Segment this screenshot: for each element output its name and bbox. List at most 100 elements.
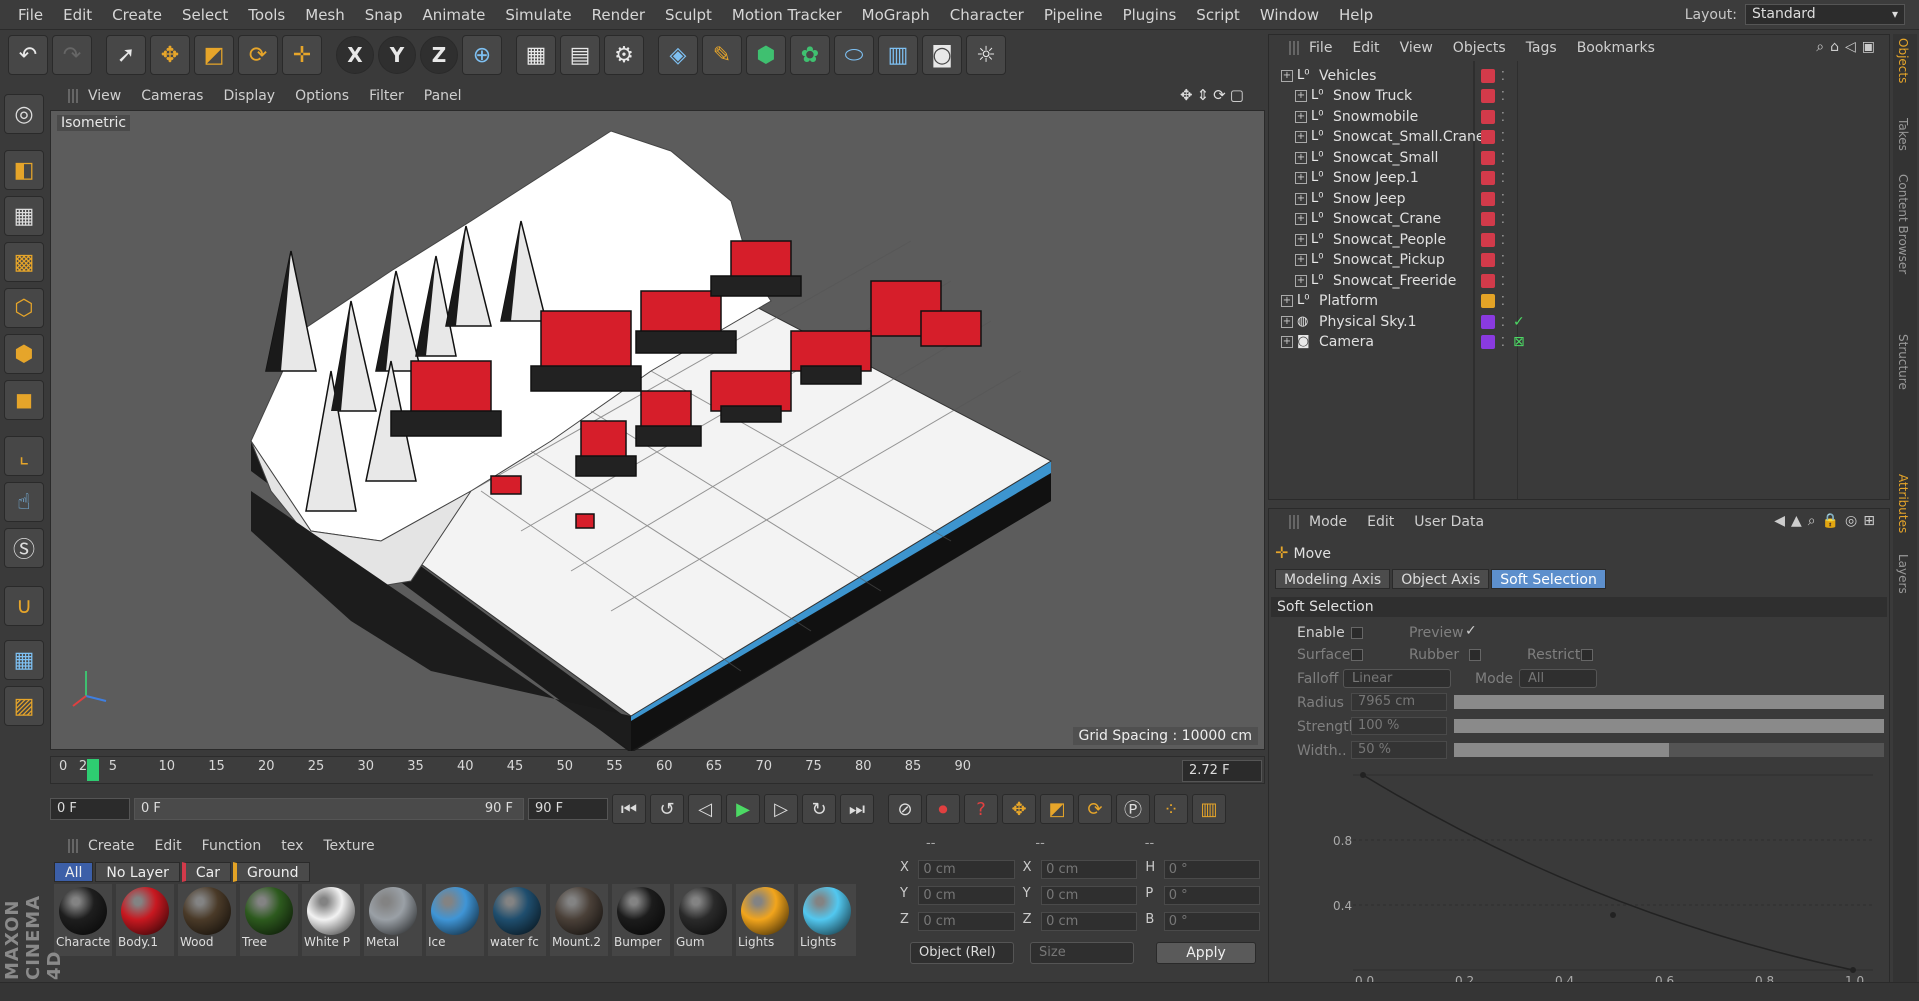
key-rotation-icon[interactable]: ⟳ — [1078, 794, 1112, 824]
radius-slider[interactable] — [1453, 694, 1885, 710]
viewport-menu-display[interactable]: Display — [213, 88, 285, 104]
visibility-dots-icon[interactable]: ⁚ — [1501, 233, 1505, 247]
panel-grip-icon[interactable] — [68, 89, 78, 103]
deformer-icon[interactable]: ⬭ — [834, 35, 874, 75]
coord-value-field[interactable]: 0 cm — [918, 886, 1015, 905]
current-frame-field[interactable]: 2.72 F — [1182, 760, 1262, 782]
side-tab-structure[interactable]: Structure — [1896, 334, 1910, 390]
attribute-nav-icons[interactable]: ◀▲⌕🔒◎⊞ — [1774, 513, 1881, 529]
layer-color-tag[interactable] — [1481, 232, 1495, 247]
visibility-dots-icon[interactable]: ⁚ — [1501, 89, 1505, 103]
material-menu-tex[interactable]: tex — [271, 838, 313, 854]
axis-mode-icon[interactable]: ⌞ — [4, 436, 44, 476]
object-name[interactable]: Physical Sky.1 — [1319, 314, 1417, 330]
object-menu-edit[interactable]: Edit — [1342, 40, 1389, 56]
expand-toggle-icon[interactable]: + — [1295, 192, 1307, 205]
scale-tool-icon[interactable]: ◩ — [194, 35, 234, 75]
viewport-menu-view[interactable]: View — [78, 88, 131, 104]
tab-soft-selection[interactable]: Soft Selection — [1491, 569, 1606, 589]
curve-point-mid[interactable] — [1610, 912, 1616, 918]
surface-checkbox[interactable] — [1351, 649, 1363, 661]
cube-primitive-icon[interactable]: ◈ — [658, 35, 698, 75]
visibility-dots-icon[interactable]: ⁚ — [1501, 253, 1505, 267]
material-menu-texture[interactable]: Texture — [313, 838, 384, 854]
pen-spline-icon[interactable]: ✎ — [702, 35, 742, 75]
key-position-icon[interactable]: ✥ — [1002, 794, 1036, 824]
menu-item-character[interactable]: Character — [940, 0, 1034, 30]
play-icon[interactable]: ▶ — [726, 794, 760, 824]
visibility-dots-icon[interactable]: ⁚ — [1501, 274, 1505, 288]
visibility-dots-icon[interactable]: ⁚ — [1501, 151, 1505, 165]
curve-point-start[interactable] — [1360, 772, 1366, 778]
rubber-checkbox[interactable] — [1469, 649, 1481, 661]
enabled-check-icon[interactable]: ✓ — [1513, 314, 1525, 330]
subdivision-icon[interactable]: ⬢ — [746, 35, 786, 75]
size-mode-dropdown[interactable]: Size — [1030, 942, 1134, 964]
menu-item-mesh[interactable]: Mesh — [295, 0, 355, 30]
key-parameter-icon[interactable]: Ⓟ — [1116, 794, 1150, 824]
layer-color-tag[interactable] — [1481, 253, 1495, 267]
apply-button[interactable]: Apply — [1156, 942, 1256, 964]
material-swatch[interactable]: Ice — [426, 884, 484, 956]
coord-value-field[interactable]: 0 ° — [1163, 860, 1260, 879]
object-name[interactable]: Snowcat_Small.Crane — [1333, 129, 1484, 145]
layer-color-tag[interactable] — [1481, 212, 1495, 226]
expand-toggle-icon[interactable]: + — [1281, 315, 1293, 328]
material-swatch[interactable]: Gum — [674, 884, 732, 956]
preview-range-slider[interactable]: 0 F 90 F — [134, 798, 524, 820]
viewport-menu-filter[interactable]: Filter — [359, 88, 414, 104]
visibility-dots-icon[interactable]: ⁚ — [1501, 315, 1505, 329]
timeline-ruler[interactable]: 0 2 5 10 15 20 25 30 35 40 45 50 55 60 65 70 75 80 85 90 — [50, 756, 1265, 784]
y-axis-lock-icon[interactable]: Y — [378, 36, 416, 74]
object-name[interactable]: Snow Truck — [1333, 88, 1412, 104]
layer-color-tag[interactable] — [1481, 150, 1495, 165]
side-tab-attributes[interactable]: Attributes — [1896, 474, 1910, 533]
layer-color-tag[interactable] — [1481, 171, 1495, 185]
layer-color-tag[interactable] — [1481, 89, 1495, 103]
material-filter-ground[interactable]: Ground — [233, 862, 310, 882]
material-menu-create[interactable]: Create — [78, 838, 145, 854]
record-active-objects-icon[interactable]: ⏺ — [926, 794, 960, 824]
object-menu-tags[interactable]: Tags — [1516, 40, 1567, 56]
undo-icon[interactable]: ↶ — [8, 35, 48, 75]
layer-color-tag[interactable] — [1481, 273, 1495, 288]
camera-icon[interactable]: ◙ — [922, 35, 962, 75]
workplane-icon[interactable]: ▩ — [4, 242, 44, 282]
material-swatch[interactable]: water fc — [488, 884, 546, 956]
tweak-mode-icon[interactable]: ☝ — [4, 482, 44, 522]
menu-item-sculpt[interactable]: Sculpt — [655, 0, 722, 30]
material-menu-edit[interactable]: Edit — [145, 838, 192, 854]
coordinate-system-icon[interactable]: ⊕ — [462, 35, 502, 75]
render-to-picture-viewer-icon[interactable]: ▤ — [560, 35, 600, 75]
make-editable-icon[interactable]: ◎ — [4, 94, 44, 134]
viewport-menu-cameras[interactable]: Cameras — [131, 88, 213, 104]
material-filter-no-layer[interactable]: No Layer — [95, 862, 180, 882]
current-frame-marker[interactable] — [87, 759, 99, 781]
object-name[interactable]: Snow Jeep.1 — [1333, 170, 1419, 186]
material-swatch[interactable]: Body.1 — [116, 884, 174, 956]
x-axis-lock-icon[interactable]: X — [336, 36, 374, 74]
texture-mode-icon[interactable]: ▦ — [4, 196, 44, 236]
edges-mode-icon[interactable]: ⬢ — [4, 334, 44, 374]
object-name[interactable]: Snowcat_Small — [1333, 150, 1438, 166]
panel-grip-icon[interactable] — [68, 839, 78, 853]
redo-icon[interactable]: ↷ — [52, 35, 92, 75]
object-name[interactable]: Snowcat_People — [1333, 232, 1446, 248]
panel-grip-icon[interactable] — [1289, 515, 1299, 529]
visibility-dots-icon[interactable]: ⁚ — [1501, 294, 1505, 308]
object-menu-bookmarks[interactable]: Bookmarks — [1567, 40, 1665, 56]
viewport-nav-icons[interactable]: ✥⇕⟳▢ — [1180, 86, 1248, 104]
curve-point-end[interactable] — [1850, 967, 1856, 973]
visibility-dots-icon[interactable]: ⁚ — [1501, 130, 1505, 144]
material-filter-car[interactable]: Car — [181, 862, 232, 882]
material-swatch[interactable]: Mount.2 — [550, 884, 608, 956]
visibility-dots-icon[interactable]: ⁚ — [1501, 110, 1505, 124]
layer-color-tag[interactable] — [1481, 314, 1495, 329]
expand-toggle-icon[interactable]: + — [1281, 69, 1293, 82]
object-name[interactable]: Snow Jeep — [1333, 191, 1405, 207]
visibility-dots-icon[interactable]: ⁚ — [1501, 335, 1505, 349]
layout-dropdown[interactable]: Standard — [1745, 4, 1905, 25]
z-axis-lock-icon[interactable]: Z — [420, 36, 458, 74]
layer-color-tag[interactable] — [1481, 191, 1495, 206]
rotate-tool-icon[interactable]: ⟳ — [238, 35, 278, 75]
